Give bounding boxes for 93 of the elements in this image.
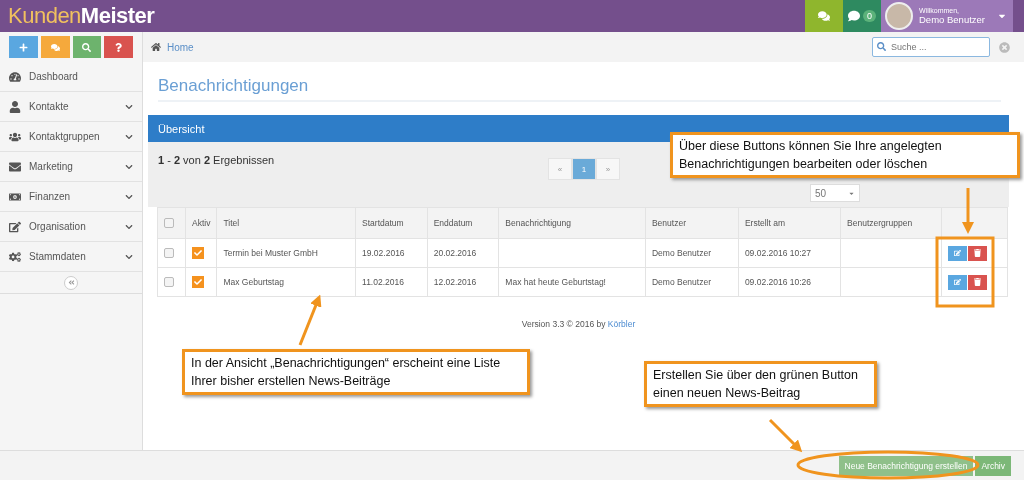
search-icon (82, 42, 92, 52)
breadcrumb-link[interactable]: Home (167, 41, 866, 53)
delete-button[interactable] (968, 274, 987, 290)
table-cell: 19.02.2016 (362, 248, 405, 258)
active-checkbox[interactable] (192, 247, 204, 259)
trash-icon (974, 278, 981, 286)
table-cell: Max hat heute Geburtstag! (505, 277, 606, 287)
arrow (298, 294, 322, 346)
users-icon (9, 130, 21, 143)
sidebar-item[interactable]: Stammdaten (0, 242, 142, 272)
chevron-icon (125, 192, 133, 201)
page-button[interactable]: 1 (572, 158, 596, 180)
clear-icon[interactable] (999, 41, 1010, 53)
checkbox[interactable] (164, 277, 174, 287)
envelope-icon (9, 160, 21, 173)
plus-icon (18, 42, 28, 52)
notification-count: 0 (863, 10, 876, 22)
column-header: Erstellt am (738, 207, 841, 239)
table-cell: Demo Benutzer (651, 248, 711, 258)
table-cell: 09.02.2016 10:27 (744, 248, 812, 258)
column-header: Titel (216, 207, 356, 239)
table-cell: 11.02.2016 (362, 277, 404, 287)
chevron-icon (125, 162, 133, 171)
delete-button[interactable] (968, 245, 987, 261)
arrow (768, 418, 803, 453)
messages-button[interactable]: 0 (843, 0, 881, 32)
logo: KundenMeister (7, 2, 156, 30)
edit-icon (954, 249, 961, 257)
avatar (885, 2, 913, 30)
results-count: 1 - 2 von 2 Ergebnissen (158, 154, 276, 168)
chevron-icon (125, 252, 133, 261)
column-header: Startdatum (355, 207, 428, 239)
checkbox[interactable] (164, 248, 174, 258)
plus-button[interactable] (9, 36, 38, 58)
page-title: Benachrichtigungen (158, 76, 1001, 102)
search-button[interactable] (72, 36, 102, 58)
collapse-button[interactable] (64, 275, 78, 290)
help-button[interactable] (104, 36, 133, 58)
create-button[interactable]: Neue Benachrichtigung erstellen (838, 455, 974, 476)
column-header: Enddatum (427, 207, 499, 239)
page-button[interactable]: » (596, 158, 620, 180)
gears-icon (9, 250, 21, 263)
question-icon (114, 42, 124, 52)
edit-icon (9, 220, 21, 233)
table-cell: Max Geburtstag (223, 277, 284, 287)
arrow (962, 188, 974, 234)
table-cell: 09.02.2016 10:26 (744, 277, 812, 287)
active-checkbox[interactable] (192, 276, 204, 288)
archive-button[interactable]: Archiv (975, 455, 1011, 476)
chevron-icon (125, 222, 133, 231)
dashboard-icon (9, 70, 21, 83)
table-cell: Termin bei Muster GmbH (223, 248, 318, 258)
highlight-frame (935, 236, 995, 308)
chat-icon (50, 42, 60, 52)
user-icon (9, 100, 21, 113)
sidebar-item[interactable]: Kontaktgruppen (0, 122, 142, 152)
sidebar-item[interactable]: Finanzen (0, 182, 142, 212)
table-cell: 12.02.2016 (433, 277, 477, 287)
double-left-icon (67, 279, 75, 286)
table-cell: Demo Benutzer (651, 277, 711, 287)
callout: Über diese Buttons können Sie Ihre angelegten Benachrichtigungen bearbeiten oder löschen (670, 132, 1020, 178)
edit-button[interactable] (948, 245, 967, 261)
version-text: Version 3.3 © 2016 by (521, 319, 607, 329)
user-name: Demo Benutzer (919, 14, 986, 25)
chat-button[interactable] (805, 0, 843, 32)
column-header: Benutzer (645, 207, 739, 239)
comment-icon (848, 10, 860, 22)
edit-button[interactable] (948, 274, 967, 290)
search-field[interactable]: Suche ... (872, 37, 990, 57)
sidebar-item[interactable]: Marketing (0, 152, 142, 182)
sidebar-item[interactable]: Dashboard (0, 62, 142, 92)
column-header: Aktiv (185, 207, 217, 239)
page-button[interactable]: « (548, 158, 572, 180)
callout: In der Ansicht „Benachrichtigungen“ erscheint eine Liste Ihrer bisher erstellen News-Beiträge (182, 349, 530, 395)
chat-icon (818, 10, 830, 22)
table-cell: 20.02.2016 (433, 248, 477, 258)
chevron-icon (125, 132, 133, 141)
column-header: Benachrichtigung (498, 207, 646, 239)
sidebar-item[interactable]: Kontakte (0, 92, 142, 122)
sidebar-item[interactable]: Organisation (0, 212, 142, 242)
checkbox[interactable] (164, 218, 174, 228)
author-link[interactable]: Körbler (607, 319, 636, 329)
chat-button[interactable] (40, 36, 70, 58)
edit-icon (954, 278, 961, 286)
callout: Erstellen Sie über den grünen Button einen neuen News-Beitrag (644, 361, 877, 407)
money-icon (9, 190, 21, 203)
panel-title: Übersicht (158, 122, 205, 135)
home-icon (151, 42, 161, 52)
trash-icon (974, 249, 981, 257)
chevron-icon (125, 102, 133, 111)
search-icon (877, 42, 886, 51)
column-header: Benutzergruppen (840, 207, 942, 239)
per-page-select[interactable]: 50 (810, 184, 860, 202)
